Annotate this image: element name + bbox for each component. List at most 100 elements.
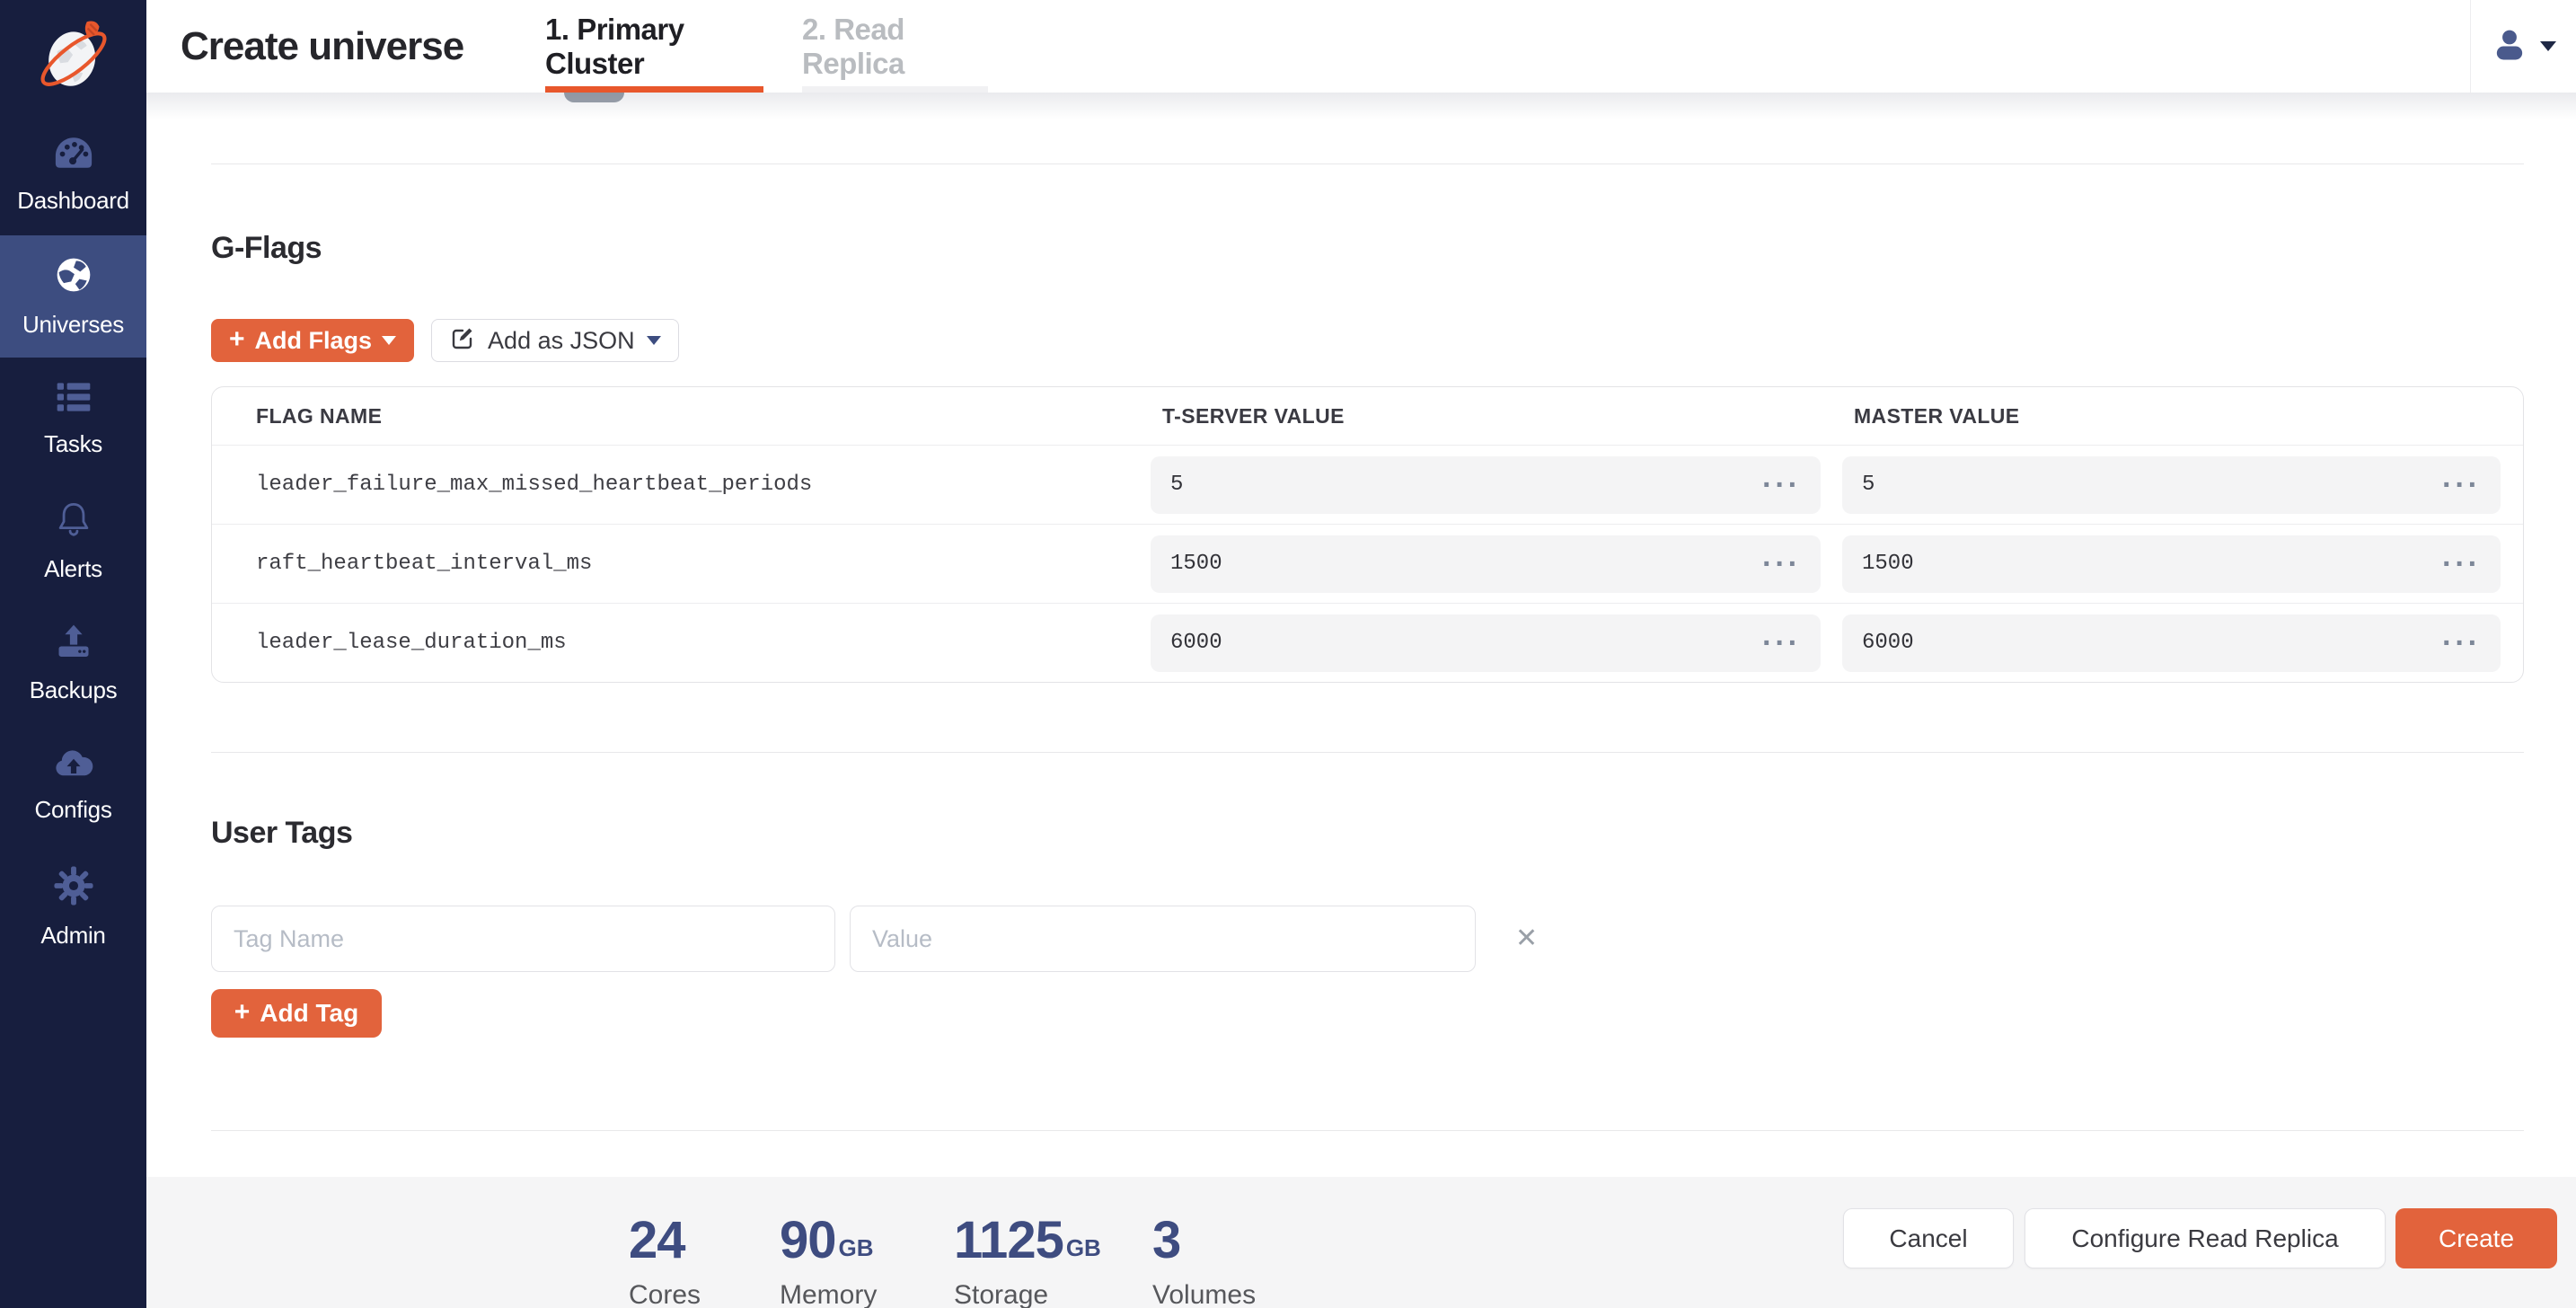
sidebar-item-universes[interactable]: Universes <box>0 235 146 358</box>
user-menu[interactable] <box>2470 0 2576 93</box>
footer-summary-bar: 24 Cores 90 GB Memory 1125 GB Storage 3 <box>146 1177 2576 1308</box>
create-universe-page: Dashboard Universes <box>0 0 2576 1308</box>
more-options-icon[interactable]: ··· <box>2442 628 2481 658</box>
planet-rocket-logo-icon <box>32 13 115 101</box>
close-icon: ✕ <box>1515 923 1538 954</box>
add-tag-button[interactable]: + Add Tag <box>211 989 382 1038</box>
active-tab-indicator <box>545 86 763 93</box>
column-header-flag-name: FLAG NAME <box>212 404 1151 429</box>
tag-name-input[interactable] <box>211 906 835 972</box>
chevron-down-icon <box>2540 41 2556 51</box>
caret-down-icon <box>647 336 661 345</box>
cloud-upload-icon <box>53 747 94 784</box>
sidebar-item-label: Dashboard <box>17 187 129 215</box>
sidebar-item-label: Alerts <box>44 555 102 583</box>
stat-cores: 24 Cores <box>629 1213 701 1308</box>
add-flags-button[interactable]: + Add Flags <box>211 319 414 362</box>
more-options-icon[interactable]: ··· <box>1762 470 1801 500</box>
master-value-field[interactable]: 5 ··· <box>1842 456 2501 514</box>
sidebar-item-label: Tasks <box>44 430 102 458</box>
add-flags-label: Add Flags <box>255 327 373 355</box>
stat-label: Storage <box>954 1280 1101 1308</box>
more-options-icon[interactable]: ··· <box>1762 549 1801 579</box>
plus-icon: + <box>234 999 251 1026</box>
plus-icon: + <box>229 326 245 353</box>
caret-down-icon <box>382 336 396 345</box>
sidebar-item-label: Universes <box>22 311 124 339</box>
tserver-value-field[interactable]: 6000 ··· <box>1151 614 1821 672</box>
stat-volumes: 3 Volumes <box>1152 1213 1256 1308</box>
flag-value: 1500 <box>1862 552 1914 576</box>
create-button[interactable]: Create <box>2395 1208 2557 1268</box>
table-row: leader_failure_max_missed_heartbeat_peri… <box>212 445 2523 524</box>
user-avatar-icon <box>2492 27 2527 66</box>
sidebar-item-dashboard[interactable]: Dashboard <box>0 113 146 235</box>
tserver-value-field[interactable]: 5 ··· <box>1151 456 1821 514</box>
section-divider <box>211 1130 2524 1131</box>
stat-label: Volumes <box>1152 1280 1256 1308</box>
sidebar-item-label: Backups <box>30 676 118 704</box>
sidebar-item-backups[interactable]: Backups <box>0 602 146 724</box>
upload-tray-icon <box>54 623 93 665</box>
stat-storage: 1125 GB Storage <box>954 1213 1101 1308</box>
tag-value-input[interactable] <box>850 906 1476 972</box>
main-content: G-Flags + Add Flags Add as JSON <box>146 93 2576 1308</box>
page-title: Create universe <box>181 0 463 93</box>
sidebar-item-admin[interactable]: Admin <box>0 846 146 968</box>
flag-value: 6000 <box>1862 631 1914 655</box>
stat-label: Cores <box>629 1280 701 1308</box>
stat-unit: GB <box>1066 1234 1101 1268</box>
sidebar-item-tasks[interactable]: Tasks <box>0 358 146 480</box>
stat-value: 90 <box>780 1213 836 1268</box>
sidebar-item-alerts[interactable]: Alerts <box>0 480 146 602</box>
edit-pencil-square-icon <box>449 324 476 358</box>
section-divider <box>211 752 2524 753</box>
task-list-icon <box>54 380 93 419</box>
tab-label: 1. Primary Cluster <box>545 13 763 81</box>
stat-memory: 90 GB Memory <box>780 1213 877 1308</box>
sidebar-item-configs[interactable]: Configs <box>0 724 146 846</box>
configure-read-replica-button[interactable]: Configure Read Replica <box>2025 1208 2386 1268</box>
flag-value: 1500 <box>1170 552 1222 576</box>
gauge-icon <box>53 135 94 175</box>
master-value-field[interactable]: 6000 ··· <box>1842 614 2501 672</box>
add-tag-label: Add Tag <box>260 999 358 1028</box>
globe-icon <box>54 255 93 299</box>
more-options-icon[interactable]: ··· <box>1762 628 1801 658</box>
remove-tag-button[interactable]: ✕ <box>1515 925 1538 952</box>
table-row: raft_heartbeat_interval_ms 1500 ··· 1500… <box>212 524 2523 603</box>
app-logo[interactable] <box>0 0 146 113</box>
user-tag-row: ✕ <box>211 906 2524 972</box>
more-options-icon[interactable]: ··· <box>2442 549 2481 579</box>
column-header-tserver-value: T-SERVER VALUE <box>1151 404 1842 429</box>
tab-primary-cluster[interactable]: 1. Primary Cluster <box>545 0 763 93</box>
gear-icon <box>54 866 93 910</box>
flag-value: 5 <box>1170 473 1183 497</box>
stat-unit: GB <box>839 1234 874 1268</box>
sidebar: Dashboard Universes <box>0 0 146 1308</box>
sidebar-item-label: Admin <box>40 922 105 950</box>
flag-name: leader_failure_max_missed_heartbeat_peri… <box>212 473 1151 497</box>
stat-value: 3 <box>1152 1213 1180 1268</box>
bell-icon <box>55 499 93 544</box>
table-row: leader_lease_duration_ms 6000 ··· 6000 ·… <box>212 603 2523 682</box>
column-header-master-value: MASTER VALUE <box>1842 404 2523 429</box>
master-value-field[interactable]: 1500 ··· <box>1842 535 2501 593</box>
flag-value: 6000 <box>1170 631 1222 655</box>
add-as-json-label: Add as JSON <box>488 327 635 355</box>
scrolled-content-peek <box>564 93 624 102</box>
stat-label: Memory <box>780 1280 877 1308</box>
cancel-button[interactable]: Cancel <box>1843 1208 2014 1268</box>
user-tags-heading: User Tags <box>211 814 2524 852</box>
add-as-json-button[interactable]: Add as JSON <box>431 319 679 362</box>
more-options-icon[interactable]: ··· <box>2442 470 2481 500</box>
header: Create universe 1. Primary Cluster 2. Re… <box>146 0 2576 93</box>
sidebar-item-label: Configs <box>34 796 111 824</box>
flag-name: leader_lease_duration_ms <box>212 631 1151 655</box>
gflags-table-header: FLAG NAME T-SERVER VALUE MASTER VALUE <box>212 387 2523 445</box>
gflags-toolbar: + Add Flags Add as JSON <box>211 319 2524 362</box>
tserver-value-field[interactable]: 1500 ··· <box>1151 535 1821 593</box>
tab-read-replica[interactable]: 2. Read Replica <box>802 0 988 93</box>
stat-value: 24 <box>629 1213 685 1268</box>
gflags-heading: G-Flags <box>211 229 2524 267</box>
